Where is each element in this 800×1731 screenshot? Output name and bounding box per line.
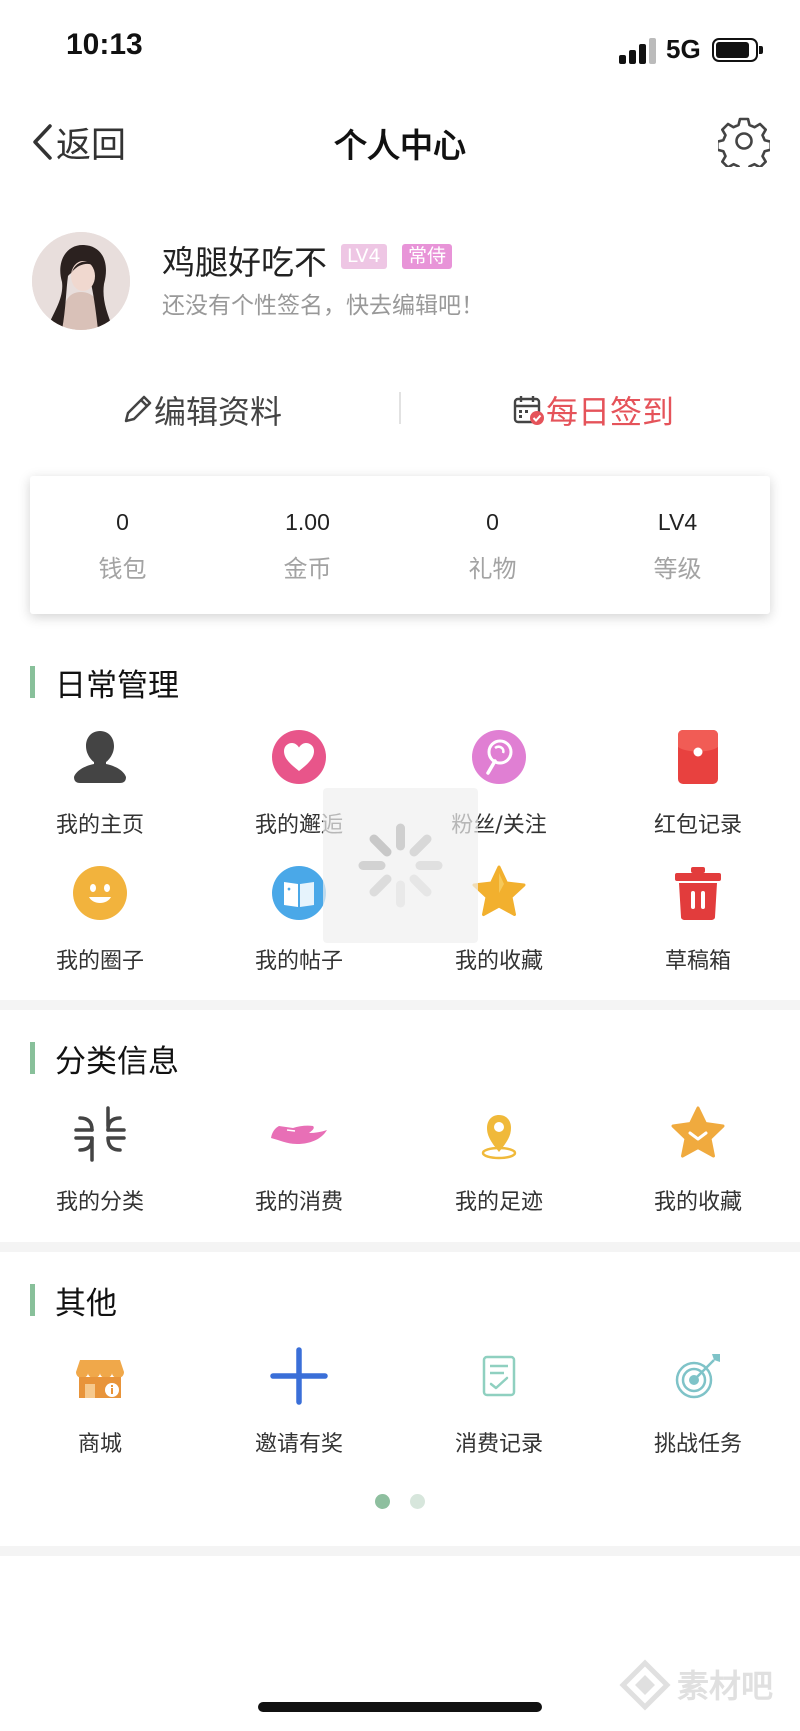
status-time: 10:13 (66, 28, 143, 61)
trash-icon (675, 867, 721, 920)
stat-value: 0 (486, 509, 499, 535)
section-header-daily: 日常管理 (30, 664, 179, 704)
stats-card: 0 钱包 1.00 金币 0 礼物 LV4 等级 (30, 476, 770, 614)
grid-item-my-spending[interactable]: 我的消费 (199, 1104, 399, 1216)
level-badge: LV4 (341, 244, 387, 269)
edit-profile-label: 编辑资料 (154, 393, 283, 431)
star-icon (472, 865, 526, 916)
stat-label: 金币 (283, 555, 332, 583)
avatar[interactable] (32, 232, 130, 330)
book-icon (272, 866, 326, 920)
location-pin-icon (481, 1115, 517, 1160)
section-title: 分类信息 (55, 1043, 179, 1080)
section-accent-bar (30, 1042, 35, 1074)
avatar-image (32, 232, 130, 330)
red-envelope-icon (678, 730, 718, 784)
category-icon (74, 1106, 126, 1162)
personal-center-page: 10:13 5G 返回 个人中心 鸡腿好吃不 LV4 常侍 还没有个性签名，快去… (0, 0, 800, 1731)
checklist-icon (482, 1355, 516, 1397)
gear-icon (716, 117, 772, 174)
section-divider (0, 1000, 800, 1010)
edit-profile-button[interactable]: 编辑资料 (120, 385, 282, 435)
grid-label: 邀请有奖 (254, 1432, 343, 1457)
shop-icon (76, 1360, 124, 1398)
grid-item-my-collection[interactable]: 我的收藏 (598, 1104, 798, 1216)
section-title: 其他 (55, 1285, 117, 1322)
grid-item-drafts[interactable]: 草稿箱 (598, 863, 798, 975)
grid-item-shop[interactable]: 商城 (0, 1346, 200, 1458)
network-type: 5G (666, 34, 701, 64)
watermark-text: 素材吧 (677, 1667, 774, 1705)
stat-level[interactable]: LV4 等级 (585, 476, 770, 614)
stat-value: LV4 (657, 509, 698, 535)
grid-label: 我的收藏 (454, 949, 543, 974)
stat-value: 0 (116, 509, 129, 535)
action-divider (399, 392, 401, 424)
nav-bar: 返回 个人中心 (0, 95, 800, 190)
status-bar: 10:13 5G (0, 0, 800, 95)
star-badge-icon (671, 1106, 725, 1158)
user-signature: 还没有个性签名，快去编辑吧！ (162, 293, 484, 319)
person-icon (74, 731, 126, 783)
section-header-other: 其他 (30, 1282, 117, 1322)
settings-button[interactable] (716, 115, 772, 174)
section-title: 日常管理 (55, 667, 179, 704)
page-indicator (0, 1494, 800, 1509)
calendar-check-icon (513, 396, 544, 425)
loading-overlay (323, 788, 478, 943)
grid-item-my-homepage[interactable]: 我的主页 (0, 727, 200, 839)
spinner-icon (358, 823, 443, 908)
grid-label: 我的圈子 (55, 949, 144, 974)
smiley-icon (73, 866, 127, 920)
grid-label: 我的主页 (55, 813, 144, 838)
section-accent-bar (30, 666, 35, 698)
grid-item-my-circles[interactable]: 我的圈子 (0, 863, 200, 975)
title-badge: 常侍 (402, 244, 453, 269)
plus-icon (270, 1347, 328, 1405)
home-indicator[interactable] (258, 1702, 542, 1712)
stat-label: 等级 (653, 555, 702, 583)
stat-value: 1.00 (285, 509, 330, 535)
stat-label: 钱包 (98, 555, 147, 583)
section-divider (0, 1546, 800, 1556)
grid-label: 我的收藏 (653, 1190, 742, 1215)
pencil-icon (124, 395, 152, 423)
grid-label: 草稿箱 (664, 949, 731, 974)
grid-item-my-categories[interactable]: 我的分类 (0, 1104, 200, 1216)
grid-item-red-envelope-records[interactable]: 红包记录 (598, 727, 798, 839)
stat-wallet[interactable]: 0 钱包 (30, 476, 215, 614)
page-dot[interactable] (410, 1494, 425, 1509)
grid-label: 我的消费 (254, 1190, 343, 1215)
daily-checkin-button[interactable]: 每日签到 (512, 385, 674, 435)
lollipop-icon (472, 730, 526, 784)
hand-icon (271, 1125, 327, 1144)
watermark-icon (619, 1659, 671, 1711)
user-name: 鸡腿好吃不 (162, 243, 327, 282)
grid-item-my-footprints[interactable]: 我的足迹 (399, 1104, 599, 1216)
signal-icon (619, 36, 659, 64)
page-dot-active[interactable] (375, 1494, 390, 1509)
heart-icon (272, 730, 326, 784)
watermark-logo: 素材吧 (615, 1655, 785, 1715)
target-icon (675, 1354, 720, 1399)
grid-item-spending-records[interactable]: 消费记录 (399, 1346, 599, 1458)
grid-label: 我的分类 (55, 1190, 144, 1215)
section-accent-bar (30, 1284, 35, 1316)
stat-label: 礼物 (468, 555, 517, 583)
grid-label: 商城 (77, 1432, 122, 1457)
grid-label: 挑战任务 (653, 1432, 742, 1457)
daily-checkin-label: 每日签到 (546, 393, 675, 431)
grid-label: 我的帖子 (254, 949, 343, 974)
section-header-category: 分类信息 (30, 1040, 179, 1080)
page-title: 个人中心 (334, 126, 466, 165)
grid-label: 消费记录 (454, 1432, 543, 1457)
stat-coins[interactable]: 1.00 金币 (215, 476, 400, 614)
stat-gifts[interactable]: 0 礼物 (400, 476, 585, 614)
grid-label: 红包记录 (653, 813, 742, 838)
grid-item-invite-rewards[interactable]: 邀请有奖 (199, 1346, 399, 1458)
battery-icon (712, 38, 763, 62)
grid-item-challenge-tasks[interactable]: 挑战任务 (598, 1346, 798, 1458)
grid-label: 我的足迹 (454, 1190, 543, 1215)
section-divider (0, 1242, 800, 1252)
